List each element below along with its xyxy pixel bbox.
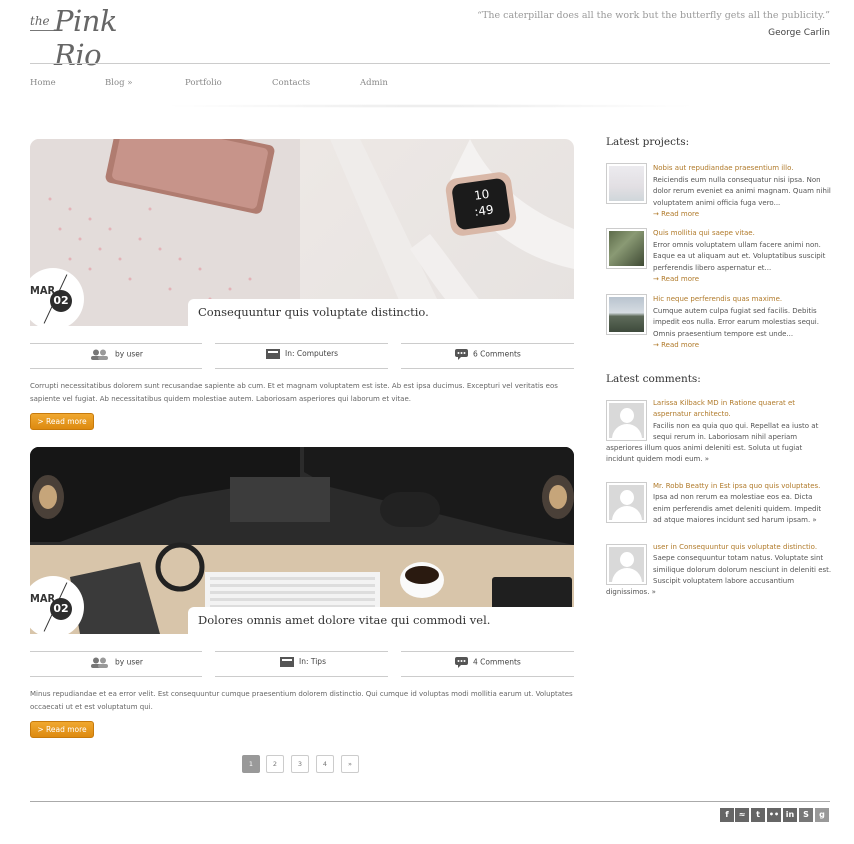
meta-divider [215,368,388,369]
facebook-icon[interactable]: f [720,808,734,822]
post-author-label[interactable]: by user [115,350,143,359]
meta-divider [30,368,202,369]
page-3-button[interactable]: 3 [291,755,309,773]
avatar [606,544,647,585]
svg-text:10: 10 [473,187,490,203]
meta-divider [30,676,202,677]
post-title[interactable]: Dolores omnis amet dolore vitae qui comm… [198,613,490,627]
page-2-button[interactable]: 2 [266,755,284,773]
post-author: by user [90,657,143,668]
logo-name: Pink Rio [54,4,118,72]
project-title[interactable]: Nobis aut repudiandae praesentium illo. [653,164,793,172]
avatar [606,482,647,523]
svg-text::49: :49 [473,202,494,219]
logo-prefix: the [30,14,56,31]
next-page-button[interactable]: » [341,755,359,773]
latest-comments-heading: Latest comments: [606,373,701,385]
quote-author: George Carlin [768,28,830,38]
twitter-icon[interactable]: t [751,808,765,822]
project-thumbnail[interactable] [606,228,647,269]
project-excerpt: Error omnis voluptatem ullam facere anim… [653,241,826,272]
meta-divider [401,368,574,369]
header-divider [30,63,830,64]
post-image[interactable] [30,447,574,634]
header-quote: “The caterpillar does all the work but t… [477,10,830,21]
comment-link[interactable]: Larissa Kilback MD in Ratione quaerat et… [653,399,795,418]
read-more-button[interactable]: > Read more [30,721,94,738]
post-date-badge: MAR 02 [22,576,84,638]
post-category-label[interactable]: In: Computers [285,349,338,358]
meta-divider [215,676,388,677]
rss-icon[interactable]: ≈ [735,808,749,822]
post-category: In: Computers [266,349,338,359]
post-excerpt: Corrupti necessitatibus dolorem sunt rec… [30,382,558,403]
meta-divider [30,651,202,652]
post-date-day: 02 [50,290,72,312]
project-thumbnail[interactable] [606,294,647,335]
post-title[interactable]: Consequuntur quis voluptate distinctio. [198,305,429,319]
folder-icon [280,657,294,667]
flickr-icon[interactable]: •• [767,808,781,822]
post-date-badge: MAR 02 [22,268,84,330]
folder-icon [266,349,280,359]
project-title[interactable]: Hic neque perferendis quas maxime. [653,295,782,303]
post-date-day: 02 [50,598,72,620]
project-excerpt: Reiciendis eum nulla consequatur nisi ip… [653,176,831,207]
post-comments-label[interactable]: 4 Comments [473,658,521,667]
nav-blog[interactable]: Blog » [105,78,132,88]
post-category: In: Tips [280,657,326,667]
meta-divider [30,343,202,344]
page-4-button[interactable]: 4 [316,755,334,773]
site-logo[interactable]: the Pink Rio [30,4,170,72]
comment-icon [455,657,468,668]
post-excerpt: Minus repudiandae et ea error velit. Est… [30,690,573,711]
comment-link[interactable]: user in Consequuntur quis voluptate dist… [653,543,817,551]
meta-divider [401,343,574,344]
read-more-button[interactable]: > Read more [30,413,94,430]
project-excerpt: Cumque autem culpa fugiat sed facilis. D… [653,307,819,338]
meta-divider [215,343,388,344]
page-1-button[interactable]: 1 [242,755,260,773]
project-thumbnail[interactable] [606,163,647,204]
meta-divider [401,676,574,677]
project-read-more[interactable]: → Read more [653,275,699,283]
post-category-label[interactable]: In: Tips [299,657,326,666]
nav-contacts[interactable]: Contacts [272,78,310,88]
footer-divider [30,801,830,802]
post-author-label[interactable]: by user [115,658,143,667]
avatar [606,400,647,441]
meta-divider [215,651,388,652]
post-comments: 4 Comments [455,657,521,668]
comment-icon [455,349,468,360]
users-icon [91,349,108,360]
skype-icon[interactable]: S [799,808,813,822]
project-title[interactable]: Quis mollitia qui saepe vitae. [653,229,755,237]
nav-shadow [160,104,700,108]
post-author: by user [90,349,143,360]
google-plus-icon[interactable]: g [815,808,829,822]
nav-home[interactable]: Home [30,78,56,88]
post-image[interactable]: 10 :49 [30,139,574,326]
comment-text: Ipsa ad non rerum ea molestiae eos ea. D… [653,493,822,524]
linkedin-icon[interactable]: in [783,808,797,822]
meta-divider [401,651,574,652]
latest-projects-heading: Latest projects: [606,136,690,148]
project-read-more[interactable]: → Read more [653,341,699,349]
users-icon [91,657,108,668]
post-photo-desk: 10 :49 [30,139,574,326]
comment-link[interactable]: Mr. Robb Beatty in Est ipsa quo quis vol… [653,482,820,490]
nav-admin[interactable]: Admin [360,78,388,88]
nav-portfolio[interactable]: Portfolio [185,78,222,88]
project-read-more[interactable]: → Read more [653,210,699,218]
post-comments-label[interactable]: 6 Comments [473,350,521,359]
post-comments: 6 Comments [455,349,521,360]
post-photo-workstation [30,447,574,634]
